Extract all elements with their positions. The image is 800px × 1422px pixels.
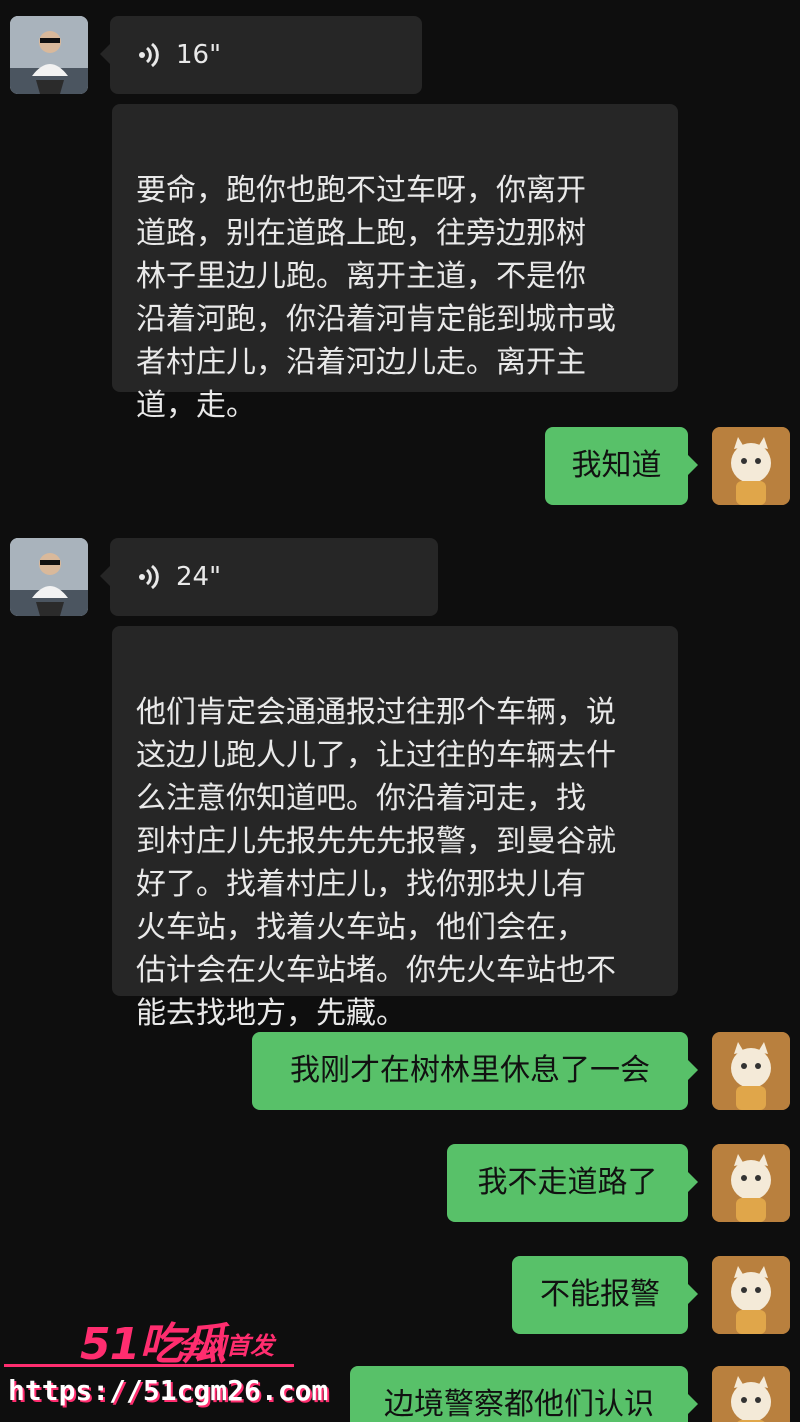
contact-avatar[interactable] — [10, 16, 88, 94]
message-text: 不能报警 — [540, 1277, 660, 1312]
outgoing-text-bubble[interactable]: 我不走道路了 — [447, 1144, 698, 1222]
contact-avatar[interactable] — [10, 538, 88, 616]
outgoing-text-bubble[interactable]: 我刚才在树林里休息了一会 — [252, 1032, 698, 1110]
cat-avatar-image — [712, 1256, 790, 1334]
self-avatar[interactable] — [712, 1256, 790, 1334]
message-text: 我不走道路了 — [477, 1165, 658, 1200]
voice-wave-icon — [136, 41, 162, 69]
watermark-slogan: 全网首发 — [178, 1332, 274, 1360]
watermark: 51吃瓜 全网首发 https://51cgm26.com — [0, 1308, 328, 1422]
chat-view[interactable]: 16" 要命，跑你也跑不过车呀，你离开 道路，别在道路上跑，往旁边那树 林子里边… — [0, 0, 800, 1422]
incoming-text-bubble[interactable]: 要命，跑你也跑不过车呀，你离开 道路，别在道路上跑，往旁边那树 林子里边儿跑。离… — [112, 104, 678, 423]
voice-wave-icon — [136, 563, 162, 591]
voice-message-bubble[interactable]: 16" — [100, 16, 422, 94]
cat-avatar-image — [712, 1366, 790, 1422]
message-text: 要命，跑你也跑不过车呀，你离开 道路，别在道路上跑，往旁边那树 林子里边儿跑。离… — [136, 173, 616, 423]
voice-duration: 16" — [176, 40, 222, 70]
cat-avatar-image — [712, 427, 790, 505]
message-text: 我知道 — [571, 448, 662, 483]
person-avatar-image — [10, 16, 88, 94]
voice-message-bubble[interactable]: 24" — [100, 538, 438, 616]
message-text: 我刚才在树林里休息了一会 — [290, 1053, 650, 1088]
cat-avatar-image — [712, 1144, 790, 1222]
incoming-text-bubble[interactable]: 他们肯定会通通报过往那个车辆，说 这边儿跑人儿了，让过往的车辆去什 么注意你知道… — [112, 626, 678, 1031]
cat-avatar-image — [712, 1032, 790, 1110]
watermark-url: https://51cgm26.com — [8, 1374, 329, 1407]
self-avatar[interactable] — [712, 427, 790, 505]
self-avatar[interactable] — [712, 1144, 790, 1222]
voice-duration: 24" — [176, 562, 222, 592]
person-avatar-image — [10, 538, 88, 616]
outgoing-text-bubble[interactable]: 我知道 — [545, 427, 698, 505]
message-text: 他们肯定会通通报过往那个车辆，说 这边儿跑人儿了，让过往的车辆去什 么注意你知道… — [136, 695, 616, 1031]
self-avatar[interactable] — [712, 1366, 790, 1422]
self-avatar[interactable] — [712, 1032, 790, 1110]
message-text: 边境警察都他们认识 — [384, 1387, 654, 1422]
watermark-divider — [4, 1364, 294, 1367]
outgoing-text-bubble[interactable]: 不能报警 — [512, 1256, 698, 1334]
outgoing-text-bubble[interactable]: 边境警察都他们认识 — [350, 1366, 698, 1422]
